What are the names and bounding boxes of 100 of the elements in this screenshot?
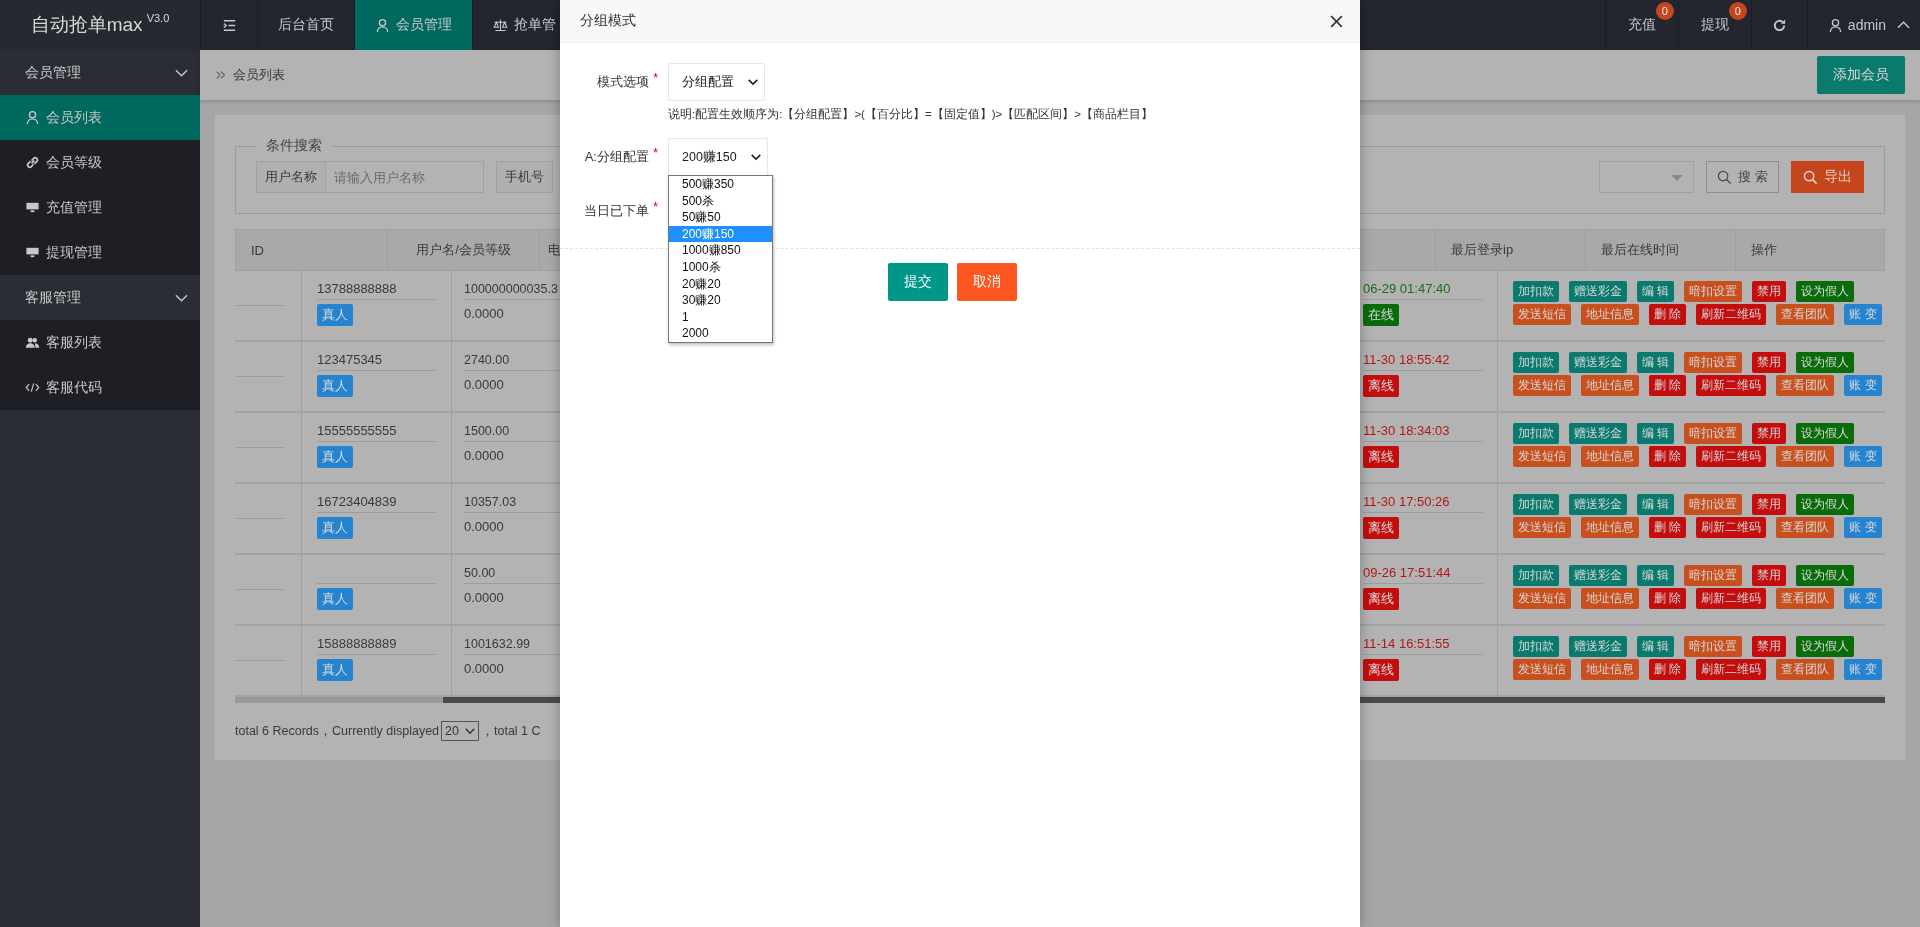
dropdown-option[interactable]: 20赚20: [669, 275, 772, 293]
action-button[interactable]: 暗扣设置: [1684, 565, 1743, 586]
action-button[interactable]: 加扣款: [1513, 352, 1559, 373]
action-button[interactable]: 地址信息: [1581, 659, 1639, 680]
action-button[interactable]: 账 变: [1844, 517, 1882, 538]
action-button[interactable]: 编 辑: [1637, 352, 1675, 373]
action-button[interactable]: 禁用: [1752, 636, 1787, 657]
action-button[interactable]: 查看团队: [1776, 446, 1835, 467]
action-button[interactable]: 设为假人: [1796, 281, 1855, 302]
action-button[interactable]: 查看团队: [1776, 375, 1835, 396]
sidebar-item[interactable]: 提现管理: [0, 230, 200, 275]
action-button[interactable]: 编 辑: [1637, 423, 1675, 444]
add-member-button[interactable]: 添加会员: [1817, 56, 1905, 94]
action-button[interactable]: 编 辑: [1637, 565, 1675, 586]
action-button[interactable]: 暗扣设置: [1684, 281, 1743, 302]
action-button[interactable]: 地址信息: [1581, 517, 1639, 538]
action-button[interactable]: 账 变: [1844, 446, 1882, 467]
page-size-select[interactable]: 20: [441, 721, 479, 741]
action-button[interactable]: 设为假人: [1796, 352, 1855, 373]
action-button[interactable]: 删 除: [1649, 659, 1687, 680]
action-button[interactable]: 设为假人: [1796, 423, 1855, 444]
sidebar-item[interactable]: 会员等级: [0, 140, 200, 185]
action-button[interactable]: 禁用: [1752, 281, 1787, 302]
action-button[interactable]: 删 除: [1649, 304, 1687, 325]
action-button[interactable]: 赠送彩金: [1569, 423, 1627, 444]
sidebar-item[interactable]: 客服代码: [0, 365, 200, 410]
action-button[interactable]: 账 变: [1844, 588, 1882, 609]
dropdown-option[interactable]: 2000: [669, 325, 772, 342]
required-mark: *: [652, 70, 658, 85]
action-button[interactable]: 删 除: [1649, 446, 1687, 467]
username-field[interactable]: 请输入用户名称: [326, 161, 484, 193]
sidebar-item[interactable]: 充值管理: [0, 185, 200, 230]
action-button[interactable]: 刷新二维码: [1696, 304, 1767, 325]
action-button[interactable]: 查看团队: [1776, 588, 1835, 609]
action-button[interactable]: 地址信息: [1581, 588, 1639, 609]
action-button[interactable]: 发送短信: [1513, 375, 1571, 396]
dropdown-option[interactable]: 1000杀: [669, 258, 772, 276]
action-button[interactable]: 地址信息: [1581, 375, 1639, 396]
action-button[interactable]: 发送短信: [1513, 588, 1571, 609]
export-button[interactable]: 导出: [1791, 161, 1864, 193]
dropdown-option[interactable]: 500赚350: [669, 176, 772, 193]
sidebar-item[interactable]: 客服列表: [0, 320, 200, 365]
action-button[interactable]: 设为假人: [1796, 565, 1855, 586]
action-button[interactable]: 禁用: [1752, 352, 1787, 373]
action-button[interactable]: 加扣款: [1513, 565, 1559, 586]
action-button[interactable]: 暗扣设置: [1684, 352, 1743, 373]
action-button[interactable]: 发送短信: [1513, 517, 1571, 538]
action-button[interactable]: 发送短信: [1513, 304, 1571, 325]
dropdown-option[interactable]: 200赚150: [669, 225, 772, 243]
action-button[interactable]: 刷新二维码: [1696, 375, 1767, 396]
dropdown-option[interactable]: 30赚20: [669, 292, 772, 309]
action-button[interactable]: 暗扣设置: [1684, 494, 1743, 515]
dropdown-option[interactable]: 1: [669, 308, 772, 326]
action-button[interactable]: 禁用: [1752, 565, 1787, 586]
action-button[interactable]: 删 除: [1649, 517, 1687, 538]
action-button[interactable]: 发送短信: [1513, 659, 1571, 680]
cancel-button[interactable]: 取消: [956, 263, 1017, 301]
action-button[interactable]: 加扣款: [1513, 636, 1559, 657]
dropdown-option[interactable]: 500杀: [669, 192, 772, 210]
action-button[interactable]: 查看团队: [1776, 517, 1835, 538]
action-button[interactable]: 编 辑: [1637, 281, 1675, 302]
action-button[interactable]: 赠送彩金: [1569, 352, 1627, 373]
action-button[interactable]: 加扣款: [1513, 494, 1559, 515]
action-button[interactable]: 赠送彩金: [1569, 281, 1627, 302]
select-field[interactable]: [1599, 161, 1695, 193]
action-button[interactable]: 加扣款: [1513, 423, 1559, 444]
select-field[interactable]: 分组配置: [668, 63, 765, 101]
action-button[interactable]: 查看团队: [1776, 659, 1835, 680]
action-button[interactable]: 赠送彩金: [1569, 565, 1627, 586]
action-button[interactable]: 删 除: [1649, 375, 1687, 396]
dropdown-option[interactable]: 50赚50: [669, 209, 772, 226]
action-button[interactable]: 禁用: [1752, 423, 1787, 444]
action-button[interactable]: 暗扣设置: [1684, 423, 1743, 444]
action-button[interactable]: 账 变: [1844, 659, 1882, 680]
action-button[interactable]: 赠送彩金: [1569, 636, 1627, 657]
action-button[interactable]: 编 辑: [1637, 494, 1675, 515]
action-button[interactable]: 加扣款: [1513, 281, 1559, 302]
dropdown-option[interactable]: 1000赚850: [669, 242, 772, 259]
sidebar-item[interactable]: 会员列表: [0, 95, 200, 140]
action-button[interactable]: 账 变: [1844, 304, 1882, 325]
action-button[interactable]: 刷新二维码: [1696, 588, 1767, 609]
action-button[interactable]: 账 变: [1844, 375, 1882, 396]
action-button[interactable]: 设为假人: [1796, 636, 1855, 657]
select-field[interactable]: 200赚150: [668, 138, 768, 176]
search-button[interactable]: 搜 索: [1706, 161, 1779, 193]
action-button[interactable]: 地址信息: [1581, 304, 1639, 325]
submit-button[interactable]: 提交: [887, 263, 948, 301]
action-button[interactable]: 赠送彩金: [1569, 494, 1627, 515]
action-button[interactable]: 地址信息: [1581, 446, 1639, 467]
action-button[interactable]: 刷新二维码: [1696, 517, 1767, 538]
action-button[interactable]: 删 除: [1649, 588, 1687, 609]
action-button[interactable]: 设为假人: [1796, 494, 1855, 515]
action-button[interactable]: 查看团队: [1776, 304, 1835, 325]
nav-tab[interactable]: 会员管理: [354, 0, 472, 50]
action-button[interactable]: 刷新二维码: [1696, 446, 1767, 467]
action-button[interactable]: 刷新二维码: [1696, 659, 1767, 680]
action-button[interactable]: 发送短信: [1513, 446, 1571, 467]
action-button[interactable]: 暗扣设置: [1684, 636, 1743, 657]
action-button[interactable]: 禁用: [1752, 494, 1787, 515]
action-button[interactable]: 编 辑: [1637, 636, 1675, 657]
